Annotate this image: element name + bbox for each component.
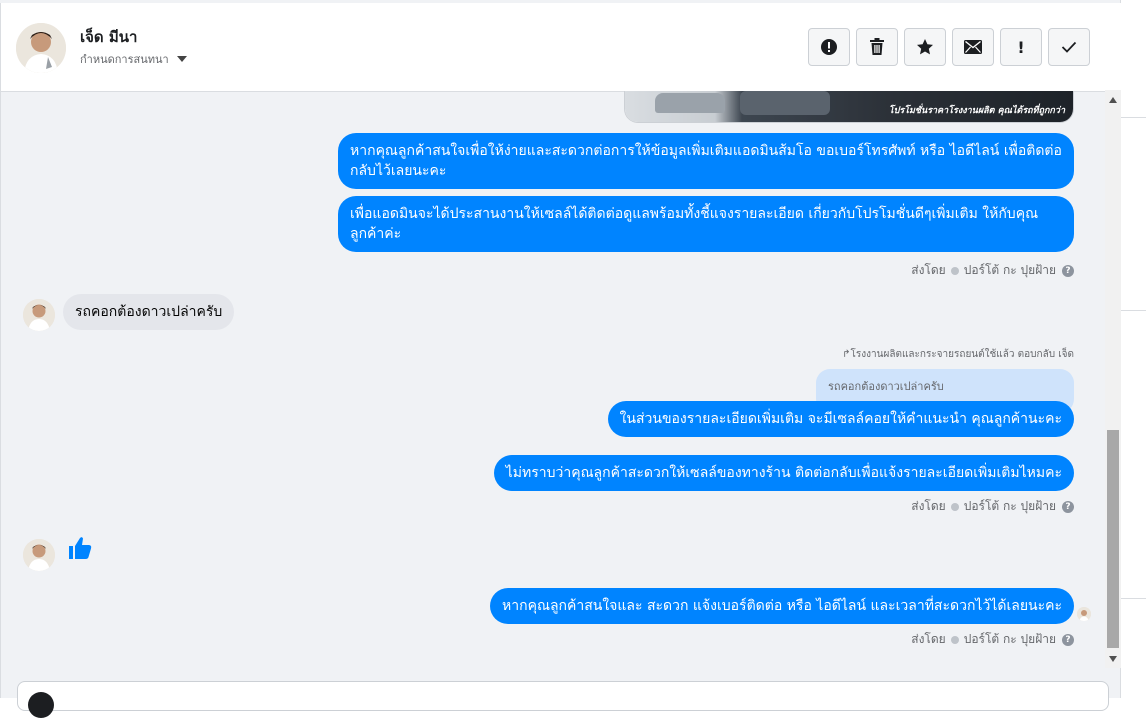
delete-button[interactable] bbox=[856, 28, 898, 66]
reply-composer[interactable] bbox=[17, 681, 1109, 718]
assign-label: กำหนดการสนทนา bbox=[80, 53, 169, 66]
agent-avatar bbox=[28, 692, 54, 718]
agent-status-icon bbox=[950, 266, 959, 275]
scrollbar-thumb[interactable] bbox=[1107, 430, 1119, 648]
sent-by-prefix: ส่งโดย bbox=[911, 632, 946, 646]
spam-icon bbox=[821, 39, 837, 55]
star-button[interactable] bbox=[904, 28, 946, 66]
caret-down-icon bbox=[176, 56, 187, 62]
scroll-down-arrow-icon[interactable] bbox=[1109, 656, 1117, 662]
contact-avatar-small bbox=[23, 539, 55, 571]
outgoing-message[interactable]: ในส่วนของรายละเอียดเพิ่มเติม จะมีเซลล์คอ… bbox=[607, 401, 1074, 437]
message-scrollbar[interactable] bbox=[1105, 90, 1121, 668]
mark-important-button[interactable]: ! bbox=[1000, 28, 1042, 66]
thumbs-up-icon[interactable] bbox=[67, 535, 93, 565]
message-list[interactable]: โปรโมชั่นราคาโรงงานผลิต คุณได้รถที่ถูกกว… bbox=[1, 91, 1106, 681]
star-icon bbox=[917, 39, 933, 55]
conversation-header: เจ็ด มีนา กำหนดการสนทนา ! bbox=[1, 3, 1121, 92]
mark-important-icon: ! bbox=[1017, 37, 1025, 57]
sent-by-agent: ปอร์โต้ กะ ปุยฝ้าย bbox=[963, 499, 1056, 513]
reply-note-text: โรงงานผลิตและกระจายรถยนต์ใช้แล้ว ตอบกลับ… bbox=[850, 349, 1075, 360]
conversation-panel: เจ็ด มีนา กำหนดการสนทนา ! โปรโมชั่นราคาโ… bbox=[0, 3, 1121, 718]
help-icon[interactable]: ? bbox=[1062, 264, 1074, 277]
mark-unread-button[interactable] bbox=[952, 28, 994, 66]
incoming-message[interactable]: รถคอกต้องดาวเปล่าครับ bbox=[63, 294, 235, 330]
sent-by-info: ส่งโดย ปอร์โต้ กะ ปุยฝ้าย ? bbox=[911, 497, 1074, 516]
assign-conversation-dropdown[interactable]: กำหนดการสนทนา bbox=[80, 50, 187, 68]
promo-image-attachment[interactable]: โปรโมชั่นราคาโรงงานผลิต คุณได้รถที่ถูกกว… bbox=[624, 91, 1074, 123]
help-icon[interactable]: ? bbox=[1062, 633, 1074, 646]
sent-by-agent: ปอร์โต้ กะ ปุยฝ้าย bbox=[963, 263, 1056, 277]
agent-status-icon bbox=[950, 502, 959, 511]
reply-context-note: ↱โรงงานผลิตและกระจายรถยนต์ใช้แล้ว ตอบกลั… bbox=[842, 347, 1074, 362]
seen-avatar bbox=[1077, 607, 1091, 621]
reply-arrow-icon: ↱ bbox=[842, 349, 851, 360]
promo-caption: โปรโมชั่นราคาโรงงานผลิต คุณได้รถที่ถูกกว… bbox=[888, 106, 1065, 116]
side-panel-edge bbox=[1120, 0, 1146, 698]
outgoing-message[interactable]: เพื่อแอดมินจะได้ประสานงานให้เซลล์ได้ติดต… bbox=[338, 196, 1074, 252]
sent-by-agent: ปอร์โต้ กะ ปุยฝ้าย bbox=[963, 632, 1056, 646]
header-toolbar: ! bbox=[808, 28, 1090, 66]
app-frame: เจ็ด มีนา กำหนดการสนทนา ! โปรโมชั่นราคาโ… bbox=[0, 0, 1146, 718]
check-icon bbox=[1061, 41, 1077, 53]
car-graphic bbox=[740, 91, 830, 115]
contact-avatar[interactable] bbox=[16, 23, 66, 73]
outgoing-message[interactable]: ไม่ทราบว่าคุณลูกค้าสะดวกให้เซลล์ของทางร้… bbox=[493, 455, 1074, 491]
sent-by-prefix: ส่งโดย bbox=[911, 499, 946, 513]
scroll-up-arrow-icon[interactable] bbox=[1109, 97, 1117, 103]
outgoing-message[interactable]: หากคุณลูกค้าสนใจและ สะดวก แจ้งเบอร์ติดต่… bbox=[490, 588, 1074, 624]
spam-button[interactable] bbox=[808, 28, 850, 66]
sent-by-prefix: ส่งโดย bbox=[911, 263, 946, 277]
contact-avatar-small bbox=[23, 299, 55, 331]
car-graphic bbox=[655, 93, 725, 113]
contact-name: เจ็ด มีนา bbox=[80, 28, 138, 46]
envelope-icon bbox=[964, 40, 982, 54]
agent-status-icon bbox=[950, 635, 959, 644]
mark-done-button[interactable] bbox=[1048, 28, 1090, 66]
sent-by-info: ส่งโดย ปอร์โต้ กะ ปุยฝ้าย ? bbox=[911, 261, 1074, 280]
trash-icon bbox=[870, 38, 884, 55]
help-icon[interactable]: ? bbox=[1062, 500, 1074, 513]
sent-by-info: ส่งโดย ปอร์โต้ กะ ปุยฝ้าย ? bbox=[911, 630, 1074, 649]
outgoing-message[interactable]: หากคุณลูกค้าสนใจเพื่อให้ง่ายและสะดวกต่อก… bbox=[338, 133, 1074, 189]
